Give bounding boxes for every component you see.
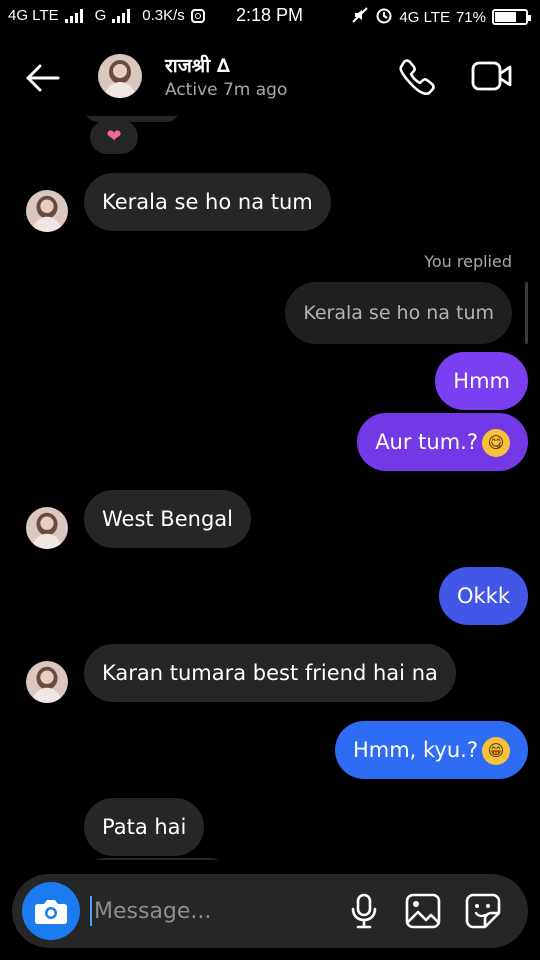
- message-text: Hmm, kyu.?: [352, 738, 478, 762]
- signal-icon: [64, 8, 83, 23]
- contact-name[interactable]: राजश्री ∆: [165, 52, 230, 78]
- message-outgoing[interactable]: Hmm, kyu.? 😁: [334, 721, 528, 779]
- battery-percent: 71%: [455, 8, 486, 26]
- back-arrow-icon: [26, 64, 60, 92]
- message-text: Kerala se ho na tum: [102, 190, 313, 214]
- grin-emoji-icon: 😁: [482, 737, 510, 765]
- sticker-button[interactable]: [464, 892, 502, 930]
- message-outgoing[interactable]: Aur tum.? 😋: [357, 413, 528, 471]
- gallery-button[interactable]: [404, 892, 442, 930]
- reply-quote[interactable]: Kerala se ho na tum: [285, 282, 512, 344]
- message-bubble-partial: [84, 858, 230, 860]
- voice-call-button[interactable]: [396, 56, 436, 96]
- contact-avatar[interactable]: [98, 54, 142, 98]
- battery-icon: [492, 9, 531, 25]
- message-text: Pata hai: [102, 815, 187, 839]
- mute-icon: [351, 6, 369, 28]
- back-button[interactable]: [22, 58, 62, 98]
- clock: 2:18 PM: [236, 5, 304, 25]
- sender-avatar[interactable]: [26, 661, 68, 703]
- network-speed: 0.3K/s: [142, 7, 185, 24]
- sender-avatar[interactable]: [26, 507, 68, 549]
- message-incoming[interactable]: Kerala se ho na tum: [84, 173, 331, 231]
- message-incoming[interactable]: Pata hai: [84, 798, 205, 856]
- message-incoming[interactable]: Karan tumara best friend hai na: [84, 644, 456, 702]
- message-text: West Bengal: [102, 507, 233, 531]
- sender-avatar[interactable]: [26, 190, 68, 232]
- camera-button[interactable]: [22, 882, 80, 940]
- signal-icon-2: [112, 8, 131, 23]
- network-label: 4G LTE: [8, 7, 59, 24]
- reply-quote-text: Kerala se ho na tum: [303, 302, 494, 324]
- heart-reaction[interactable]: ❤: [90, 120, 138, 154]
- reply-indicator-bar: [525, 282, 528, 344]
- network-label-2: G: [94, 7, 107, 24]
- message-input[interactable]: [94, 874, 334, 948]
- text-cursor: [90, 896, 92, 926]
- status-bar: 4G LTE G 0.3K/s 2:18 PM 4G LTE 71%: [0, 0, 540, 34]
- yum-emoji-icon: 😋: [482, 429, 510, 457]
- active-status: Active 7m ago: [165, 80, 288, 100]
- gallery-icon: [405, 893, 441, 929]
- video-call-button[interactable]: [470, 56, 514, 96]
- heart-icon: ❤: [106, 126, 122, 147]
- voice-message-button[interactable]: [346, 892, 382, 930]
- replied-label: You replied: [424, 252, 512, 271]
- phone-icon: [399, 59, 435, 96]
- message-outgoing[interactable]: Okkk: [438, 567, 528, 625]
- sticker-icon: [465, 893, 501, 929]
- message-text: Okkk: [456, 584, 510, 608]
- message-text: Hmm: [453, 369, 510, 393]
- message-incoming[interactable]: West Bengal: [84, 490, 251, 548]
- network-label-3: 4G LTE: [399, 8, 450, 26]
- message-outgoing[interactable]: Hmm: [435, 352, 528, 410]
- message-composer: [12, 874, 528, 948]
- camera-icon: [35, 900, 67, 924]
- chat-header: राजश्री ∆ Active 7m ago: [0, 40, 540, 116]
- instagram-icon: [190, 8, 205, 23]
- microphone-icon: [351, 893, 377, 929]
- message-text: Karan tumara best friend hai na: [102, 661, 438, 685]
- message-text: Aur tum.?: [375, 430, 478, 454]
- video-camera-icon: [471, 61, 512, 91]
- alarm-icon: [375, 6, 393, 28]
- message-list[interactable]: ❤ Kerala se ho na tum You replied Kerala…: [0, 116, 540, 860]
